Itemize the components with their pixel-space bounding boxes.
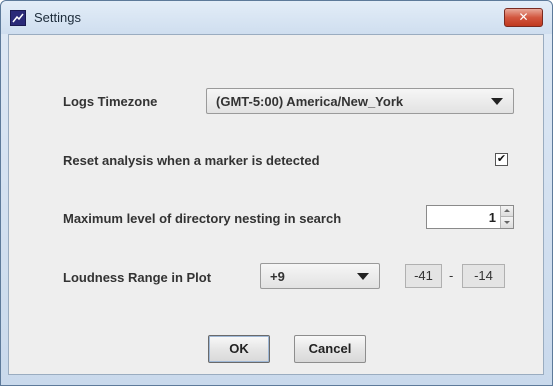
window-title: Settings: [34, 10, 81, 25]
settings-panel: Logs Timezone (GMT-5:00) America/New_Yor…: [8, 34, 544, 375]
nesting-spinner[interactable]: 1: [426, 205, 514, 229]
settings-dialog: Settings ✕ Logs Timezone (GMT-5:00) Amer…: [0, 0, 553, 386]
cancel-button[interactable]: Cancel: [294, 335, 366, 363]
ok-button[interactable]: OK: [208, 335, 270, 363]
loudness-label: Loudness Range in Plot: [63, 270, 212, 285]
loudness-range-min: -41: [405, 264, 442, 288]
reset-analysis-label: Reset analysis when a marker is detected: [63, 153, 320, 168]
title-bar[interactable]: Settings ✕: [1, 1, 552, 34]
loudness-range-separator: -: [449, 268, 454, 283]
loudness-select[interactable]: +9: [260, 263, 380, 289]
reset-analysis-checkbox[interactable]: ✔: [495, 153, 508, 166]
loudness-value: +9: [270, 269, 285, 284]
timezone-label: Logs Timezone: [63, 94, 158, 109]
app-icon: [10, 10, 26, 26]
chevron-down-icon: [357, 273, 369, 280]
check-icon: ✔: [496, 153, 507, 165]
close-button[interactable]: ✕: [504, 8, 543, 27]
nesting-value: 1: [488, 210, 496, 225]
spinner-buttons: [500, 206, 513, 228]
close-icon: ✕: [518, 10, 529, 24]
spinner-up-button[interactable]: [501, 206, 513, 217]
spinner-down-button[interactable]: [501, 217, 513, 228]
loudness-range-max: -14: [462, 264, 505, 288]
chevron-down-icon: [491, 98, 503, 105]
timezone-select[interactable]: (GMT-5:00) America/New_York: [206, 88, 514, 114]
nesting-label: Maximum level of directory nesting in se…: [63, 211, 342, 226]
timezone-value: (GMT-5:00) America/New_York: [216, 94, 404, 109]
